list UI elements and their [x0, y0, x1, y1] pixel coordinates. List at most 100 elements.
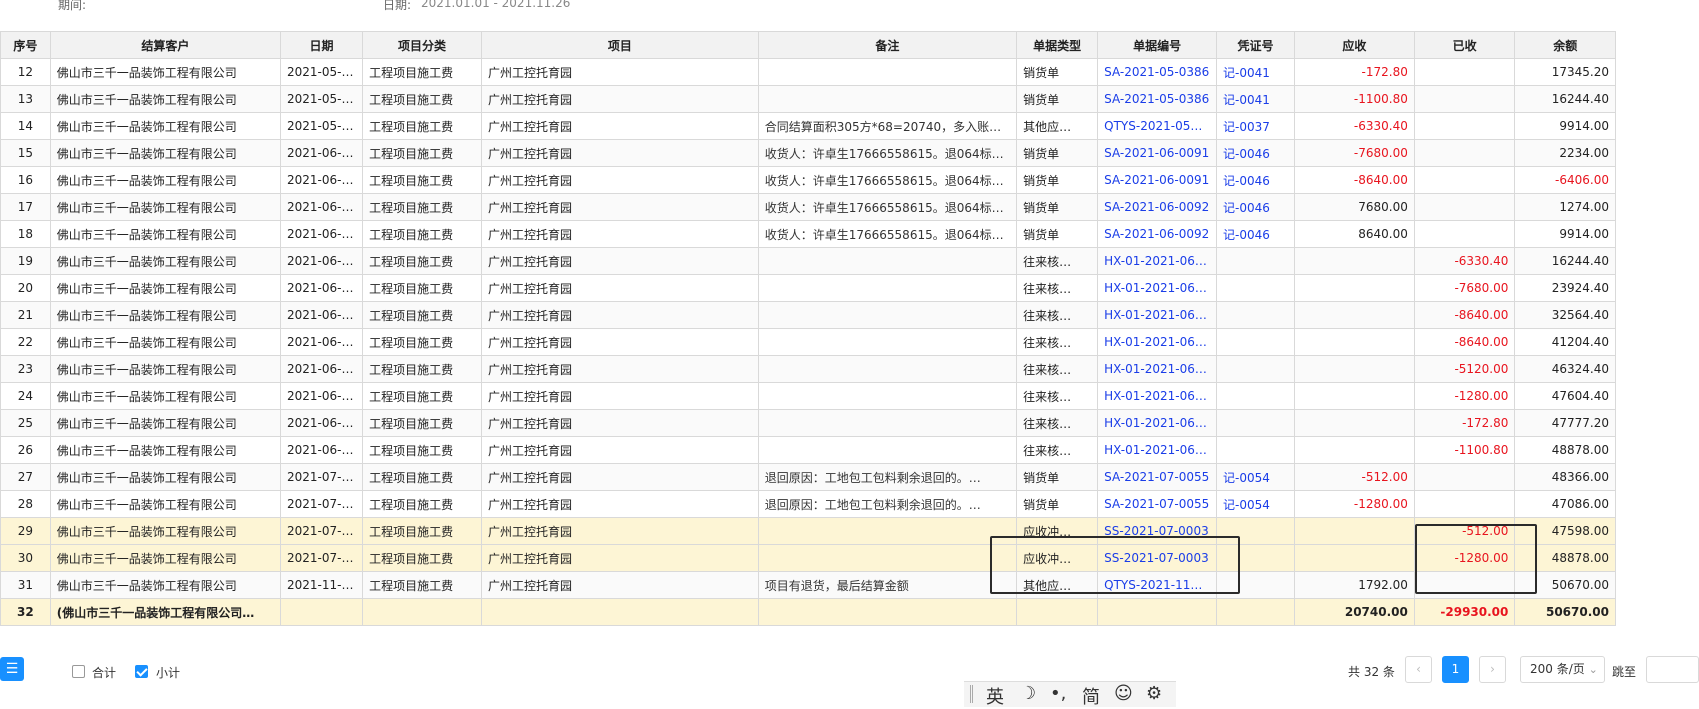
cell-doc-number[interactable]: SA-2021-07-0055 — [1097, 490, 1218, 518]
sum-checkbox[interactable] — [72, 665, 85, 678]
cell-category: 工程项目施工费 — [362, 544, 483, 572]
table-row[interactable]: 19 佛山市三千一品装饰工程有限公司 2021-06-11 工程项目施工费 广州工控托育… — [0, 247, 1616, 275]
cell-remark: 退回原因：工地包工包料剩余退回的。… — [757, 490, 1018, 518]
column-header-receivable[interactable]: 应收 — [1293, 31, 1415, 59]
table-row[interactable]: 31 佛山市三千一品装饰工程有限公司 2021-11-01 工程项目施工费 广州工控托育… — [0, 571, 1616, 599]
table-row[interactable]: 12 佛山市三千一品装饰工程有限公司 2021-05-24 工程项目施工费 广州工控托育… — [0, 58, 1616, 86]
ime-script-button[interactable]: 简 — [1082, 683, 1100, 709]
cell-doc-number[interactable]: SS-2021-07-0003 — [1097, 517, 1218, 545]
cell-voucher[interactable]: 记-0046 — [1216, 139, 1295, 167]
ime-lang-button[interactable]: 英 — [986, 683, 1004, 709]
gear-icon[interactable]: ⚙ — [1146, 683, 1162, 704]
cell-doc-number[interactable]: QTYS-2021-05… — [1097, 112, 1218, 140]
cell-doc-number[interactable]: SA-2021-06-0092 — [1097, 220, 1218, 248]
cell-seq: 31 — [0, 571, 51, 599]
cell-voucher[interactable]: 记-0046 — [1216, 193, 1295, 221]
cell-customer: 佛山市三千一品装饰工程有限公司 — [49, 571, 281, 599]
punctuation-icon[interactable]: •, — [1050, 683, 1066, 704]
cell-voucher[interactable]: 记-0041 — [1216, 58, 1295, 86]
cell-category: 工程项目施工费 — [362, 355, 483, 383]
prev-page-button[interactable]: ‹ — [1405, 656, 1432, 683]
cell-date: 2021-05-31 — [279, 112, 364, 140]
cell-doc-number[interactable]: QTYS-2021-11… — [1097, 571, 1218, 599]
cell-doc-type: 销货单 — [1016, 85, 1099, 113]
cell-remark — [757, 85, 1018, 113]
cell-doc-number[interactable]: HX-01-2021-06… — [1097, 274, 1218, 302]
total-row[interactable]: 32 (佛山市三千一品装饰工程有限公司… 20740.00 -29930.00 5067… — [0, 598, 1616, 626]
cell-doc-number[interactable]: HX-01-2021-06… — [1097, 301, 1218, 329]
table-row[interactable]: 18 佛山市三千一品装饰工程有限公司 2021-06-07 工程项目施工费 广州工控托育… — [0, 220, 1616, 248]
cell-doc-type: 往来核… — [1016, 301, 1099, 329]
table-row[interactable]: 14 佛山市三千一品装饰工程有限公司 2021-05-31 工程项目施工费 广州工控托育… — [0, 112, 1616, 140]
column-header-remark[interactable]: 备注 — [757, 31, 1018, 59]
goto-page-input[interactable] — [1646, 656, 1699, 683]
cell-doc-number[interactable]: HX-01-2021-06… — [1097, 382, 1218, 410]
cell-voucher[interactable]: 记-0037 — [1216, 112, 1295, 140]
column-header-seq[interactable]: 序号 — [0, 31, 51, 59]
subtotal-checkbox[interactable] — [135, 665, 148, 678]
cell-balance: 2234.00 — [1514, 139, 1616, 167]
column-header-category[interactable]: 项目分类 — [362, 31, 483, 59]
cell-voucher[interactable]: 记-0046 — [1216, 166, 1295, 194]
table-row[interactable]: 27 佛山市三千一品装饰工程有限公司 2021-07-05 工程项目施工费 广州工控托育… — [0, 463, 1616, 491]
cell-received: -6330.40 — [1413, 247, 1516, 275]
cell-seq: 12 — [0, 58, 51, 86]
drag-handle-icon[interactable] — [970, 685, 973, 703]
table-row[interactable]: 20 佛山市三千一品装饰工程有限公司 2021-06-11 工程项目施工费 广州工控托育… — [0, 274, 1616, 302]
cell-date: 2021-05-24 — [279, 85, 364, 113]
column-header-project[interactable]: 项目 — [481, 31, 759, 59]
sum-label: 合计 — [92, 666, 117, 680]
page-1-button[interactable]: 1 — [1442, 656, 1469, 683]
cell-doc-number[interactable]: HX-01-2021-06… — [1097, 355, 1218, 383]
next-page-button[interactable]: › — [1479, 656, 1506, 683]
table-row[interactable]: 30 佛山市三千一品装饰工程有限公司 2021-07-30 工程项目施工费 广州工控托育… — [0, 544, 1616, 572]
page-size-select[interactable]: 200 条/页 ⌄ — [1520, 656, 1605, 683]
cell-category: 工程项目施工费 — [362, 328, 483, 356]
cell-doc-number[interactable]: SA-2021-06-0092 — [1097, 193, 1218, 221]
cell-balance: 48878.00 — [1514, 544, 1616, 572]
cell-doc-number[interactable]: HX-01-2021-06… — [1097, 247, 1218, 275]
cell-voucher[interactable]: 记-0041 — [1216, 85, 1295, 113]
cell-doc-number[interactable]: SA-2021-06-0091 — [1097, 139, 1218, 167]
date-range-value[interactable]: 2021.01.01 - 2021.11.26 — [421, 0, 570, 10]
cell-remark — [757, 544, 1018, 572]
column-header-customer[interactable]: 结算客户 — [49, 31, 281, 59]
table-row[interactable]: 15 佛山市三千一品装饰工程有限公司 2021-06-07 工程项目施工费 广州工控托育… — [0, 139, 1616, 167]
table-row[interactable]: 23 佛山市三千一品装饰工程有限公司 2021-06-11 工程项目施工费 广州工控托育… — [0, 355, 1616, 383]
total-count: 共 32 条 — [1348, 665, 1395, 679]
moon-icon[interactable]: ☽ — [1020, 683, 1036, 704]
table-row[interactable]: 28 佛山市三千一品装饰工程有限公司 2021-07-05 工程项目施工费 广州工控托育… — [0, 490, 1616, 518]
table-row[interactable]: 29 佛山市三千一品装饰工程有限公司 2021-07-30 工程项目施工费 广州工控托育… — [0, 517, 1616, 545]
table-row[interactable]: 26 佛山市三千一品装饰工程有限公司 2021-06-11 工程项目施工费 广州工控托育… — [0, 436, 1616, 464]
cell-voucher[interactable]: 记-0054 — [1216, 490, 1295, 518]
cell-customer: 佛山市三千一品装饰工程有限公司 — [49, 166, 281, 194]
cell-voucher[interactable]: 记-0046 — [1216, 220, 1295, 248]
cell-doc-number[interactable]: HX-01-2021-06… — [1097, 328, 1218, 356]
cell-doc-number[interactable]: HX-01-2021-06… — [1097, 409, 1218, 437]
table-row[interactable]: 13 佛山市三千一品装饰工程有限公司 2021-05-24 工程项目施工费 广州工控托育… — [0, 85, 1616, 113]
cell-doc-number[interactable]: SA-2021-06-0091 — [1097, 166, 1218, 194]
column-header-date[interactable]: 日期 — [279, 31, 364, 59]
column-header-voucher[interactable]: 凭证号 — [1216, 31, 1295, 59]
column-header-doc-number[interactable]: 单据编号 — [1097, 31, 1218, 59]
column-header-balance[interactable]: 余额 — [1514, 31, 1616, 59]
column-header-received[interactable]: 已收 — [1413, 31, 1516, 59]
table-row[interactable]: 25 佛山市三千一品装饰工程有限公司 2021-06-11 工程项目施工费 广州工控托育… — [0, 409, 1616, 437]
table-row[interactable]: 21 佛山市三千一品装饰工程有限公司 2021-06-11 工程项目施工费 广州工控托育… — [0, 301, 1616, 329]
chevron-down-icon: ⌄ — [1588, 663, 1598, 676]
list-toggle-icon[interactable]: ☰ — [0, 657, 24, 681]
table-row[interactable]: 22 佛山市三千一品装饰工程有限公司 2021-06-11 工程项目施工费 广州工控托育… — [0, 328, 1616, 356]
cell-doc-type: 销货单 — [1016, 193, 1099, 221]
cell-doc-type: 其他应… — [1016, 571, 1099, 599]
emoji-icon[interactable]: ☺ — [1114, 683, 1133, 704]
cell-doc-number[interactable]: SA-2021-05-0386 — [1097, 85, 1218, 113]
table-row[interactable]: 17 佛山市三千一品装饰工程有限公司 2021-06-07 工程项目施工费 广州工控托育… — [0, 193, 1616, 221]
cell-doc-number[interactable]: SA-2021-05-0386 — [1097, 58, 1218, 86]
table-row[interactable]: 24 佛山市三千一品装饰工程有限公司 2021-06-11 工程项目施工费 广州工控托育… — [0, 382, 1616, 410]
cell-doc-number[interactable]: SA-2021-07-0055 — [1097, 463, 1218, 491]
cell-voucher[interactable]: 记-0054 — [1216, 463, 1295, 491]
cell-doc-number[interactable]: SS-2021-07-0003 — [1097, 544, 1218, 572]
table-row[interactable]: 16 佛山市三千一品装饰工程有限公司 2021-06-07 工程项目施工费 广州工控托育… — [0, 166, 1616, 194]
column-header-doc-type[interactable]: 单据类型 — [1016, 31, 1099, 59]
cell-doc-number[interactable]: HX-01-2021-06… — [1097, 436, 1218, 464]
